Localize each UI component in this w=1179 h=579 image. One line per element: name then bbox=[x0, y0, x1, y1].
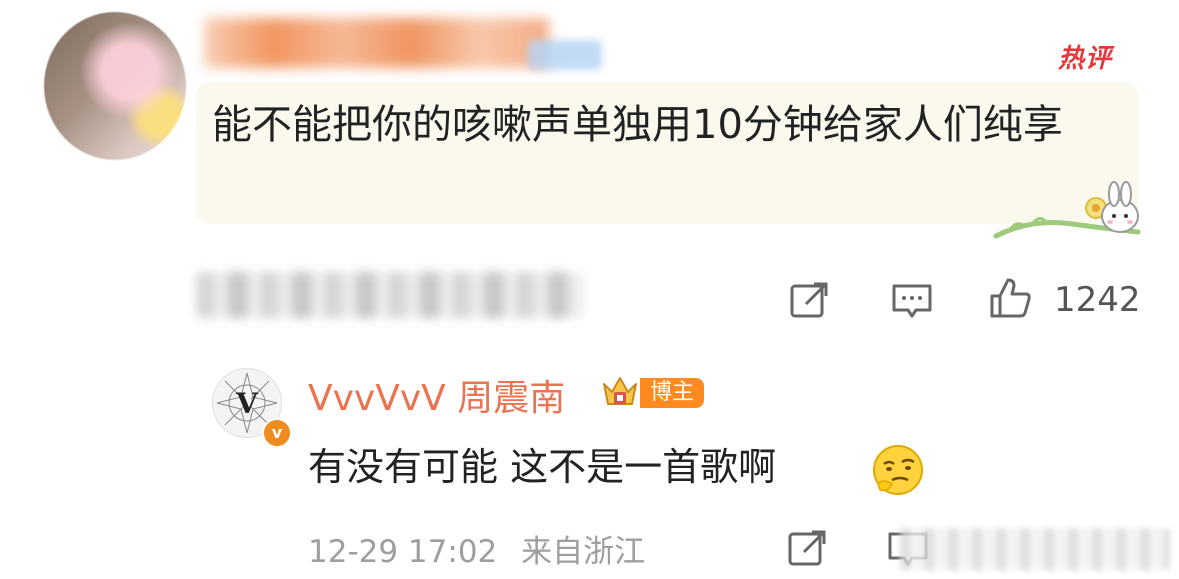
bunny-sticker-icon bbox=[993, 181, 1141, 239]
svg-text:V: V bbox=[235, 387, 259, 420]
reply-meta: 12-29 17:02 来自浙江 bbox=[308, 526, 645, 571]
share-icon[interactable] bbox=[788, 278, 832, 322]
comment-icon[interactable] bbox=[890, 280, 934, 324]
comment-text: 能不能把你的咳嗽声单独用10分钟给家人们纯享 bbox=[212, 102, 1063, 148]
reply-author-name[interactable]: VvvVvV 周震南 bbox=[308, 369, 565, 421]
like-icon[interactable] bbox=[988, 276, 1032, 320]
commenter-avatar-blurred[interactable] bbox=[44, 12, 186, 160]
reply-text: 有没有可能 这不是一首歌啊 bbox=[308, 445, 777, 489]
bottom-actions-redacted bbox=[900, 528, 1170, 570]
reply-location: 来自浙江 bbox=[521, 534, 646, 570]
like-count: 1242 bbox=[1054, 280, 1141, 320]
blogger-tag: 博主 bbox=[640, 378, 705, 408]
comment-meta-redacted bbox=[196, 272, 582, 318]
crown-icon bbox=[603, 377, 637, 405]
reply-share-icon[interactable] bbox=[786, 526, 830, 570]
hot-comment-tag: 热评 bbox=[1058, 44, 1113, 74]
reply-timestamp: 12-29 17:02 bbox=[308, 534, 498, 570]
commenter-name-redacted[interactable] bbox=[204, 18, 549, 68]
thinking-face-emoji-icon bbox=[873, 445, 923, 495]
verified-badge-icon: v bbox=[262, 418, 292, 448]
commenter-badge-redacted bbox=[528, 40, 602, 70]
